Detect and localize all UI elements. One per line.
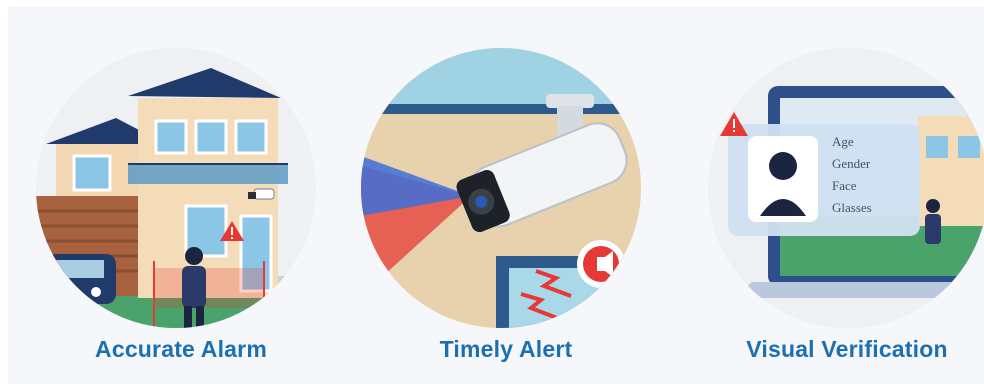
feature-title: Accurate Alarm — [95, 336, 267, 362]
house-camera-illustration — [36, 48, 316, 328]
laptop-face-recognition-illustration: Age Gender Face Glasses — [708, 48, 984, 328]
feature-title: Timely Alert — [439, 336, 573, 362]
attribute-face: Face — [832, 178, 857, 193]
feature-title: Visual Verification — [746, 336, 948, 362]
feature-visual-verification: Age Gender Face Glasses Visual Verificat… — [708, 46, 984, 376]
attribute-glasses: Glasses — [832, 200, 872, 215]
attribute-age: Age — [832, 134, 854, 149]
bullet-camera-siren-illustration — [361, 48, 641, 328]
features-panel: Accurate Alarm Timely Alert Age Gender F… — [8, 6, 984, 384]
feature-accurate-alarm: Accurate Alarm — [36, 46, 326, 376]
attribute-gender: Gender — [832, 156, 871, 171]
feature-timely-alert: Timely Alert — [361, 46, 651, 376]
